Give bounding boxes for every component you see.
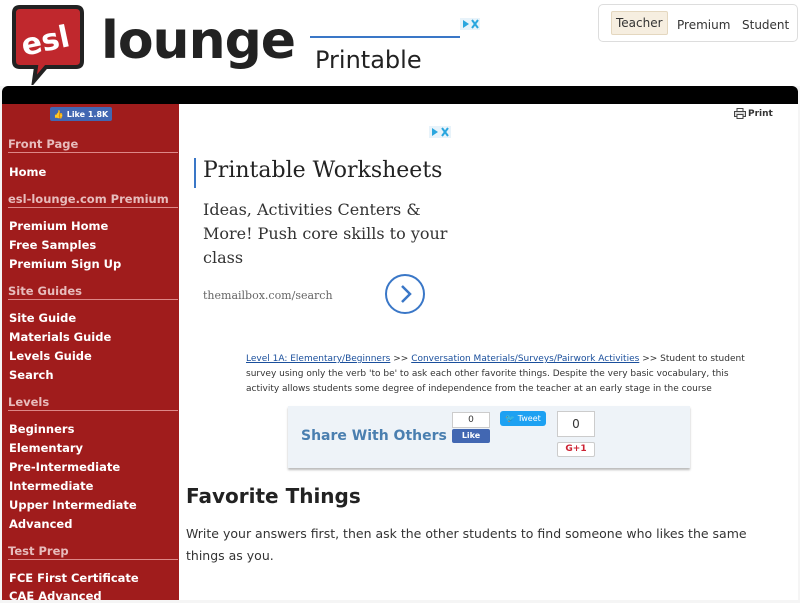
google-plus-button[interactable]: G+1	[557, 442, 595, 457]
facebook-like-share-button[interactable]: Like	[452, 429, 490, 443]
sidebar-item-materials-guide[interactable]: Materials Guide	[9, 330, 111, 344]
thumbs-up-icon: 👍	[53, 109, 64, 119]
top-advertisement[interactable]: Printable	[308, 18, 488, 80]
breadcrumb-category-link[interactable]: Conversation Materials/Surveys/Pairwork …	[411, 354, 639, 364]
sidebar: 👍 Like 1.8K Front Page Home esl-lounge.c…	[2, 104, 179, 603]
facebook-like-button[interactable]: 👍 Like 1.8K	[50, 107, 112, 121]
divider	[8, 299, 178, 300]
sidebar-section-front-page: Front Page	[8, 137, 79, 151]
tweet-label: Tweet	[517, 414, 541, 423]
printer-icon	[734, 108, 746, 119]
sidebar-item-intermediate[interactable]: Intermediate	[9, 479, 93, 493]
user-type-nav: Teacher Premium Student	[598, 4, 798, 42]
adchoices-icon[interactable]	[460, 18, 480, 30]
sidebar-item-free-samples[interactable]: Free Samples	[9, 238, 96, 252]
tab-premium[interactable]: Premium	[673, 14, 734, 36]
top-ad-text: Printable	[315, 46, 422, 74]
sidebar-item-advanced[interactable]: Advanced	[9, 517, 72, 531]
divider	[8, 559, 178, 560]
sidebar-item-beginners[interactable]: Beginners	[9, 422, 74, 436]
share-title: Share With Others	[301, 428, 447, 444]
esl-lounge-logo[interactable]: esl lounge	[6, 5, 296, 85]
divider	[8, 152, 178, 153]
tweet-button[interactable]: 🐦 Tweet	[500, 411, 546, 426]
tweet-count: 0	[557, 411, 595, 437]
esl-speech-bubble-icon: esl	[12, 5, 84, 85]
printable-worksheets-ad[interactable]: Printable Worksheets Ideas, Activities C…	[193, 122, 453, 322]
tab-student[interactable]: Student	[738, 14, 793, 36]
page-title: Favorite Things	[186, 484, 361, 508]
sidebar-item-cae[interactable]: CAE Advanced	[9, 589, 102, 603]
sidebar-item-pre-intermediate[interactable]: Pre-Intermediate	[9, 460, 120, 474]
ad-url[interactable]: themailbox.com/search	[203, 289, 333, 302]
ad-description: Ideas, Activities Centers & More! Push c…	[203, 200, 448, 267]
breadcrumb-separator: >>	[393, 354, 409, 364]
sidebar-item-premium-sign-up[interactable]: Premium Sign Up	[9, 257, 121, 271]
sidebar-section-test-prep: Test Prep	[8, 544, 69, 558]
twitter-bird-icon: 🐦	[505, 414, 516, 423]
ad-title[interactable]: Printable Worksheets	[203, 158, 442, 183]
sidebar-section-site-guides: Site Guides	[8, 284, 82, 298]
logo-text: lounge	[101, 11, 296, 71]
tab-teacher[interactable]: Teacher	[611, 11, 668, 35]
sidebar-item-levels-guide[interactable]: Levels Guide	[9, 349, 92, 363]
fb-like-label: Like 1.8K	[66, 109, 109, 119]
print-button[interactable]: Print	[734, 108, 773, 119]
header-divider-bar	[2, 86, 798, 104]
share-panel: Share With Others 0 Like 🐦 Tweet 0 G+1	[288, 406, 690, 468]
fb-share-like-label: Like	[461, 431, 481, 440]
breadcrumb-level-link[interactable]: Level 1A: Elementary/Beginners	[246, 354, 390, 364]
sidebar-item-premium-home[interactable]: Premium Home	[9, 219, 108, 233]
sidebar-item-elementary[interactable]: Elementary	[9, 441, 83, 455]
sidebar-item-search[interactable]: Search	[9, 368, 54, 382]
sidebar-section-levels: Levels	[8, 395, 50, 409]
breadcrumb: Level 1A: Elementary/Beginners >> Conver…	[246, 352, 746, 397]
site-header: esl lounge Printable Teacher Premium Stu…	[0, 0, 800, 86]
instructions-text: Write your answers first, then ask the o…	[186, 526, 747, 563]
sidebar-item-home[interactable]: Home	[9, 165, 46, 179]
divider	[8, 410, 178, 411]
fb-share-count: 0	[452, 412, 490, 428]
print-label: Print	[748, 108, 773, 119]
sidebar-item-fce[interactable]: FCE First Certificate	[9, 571, 139, 585]
chevron-right-icon[interactable]	[385, 274, 425, 314]
ad-underline	[310, 36, 460, 38]
ad-accent-bar	[194, 158, 196, 188]
main-content: Print Printable Worksheets Ideas, Activi…	[179, 104, 798, 600]
sidebar-item-upper-intermediate[interactable]: Upper Intermediate	[9, 498, 137, 512]
divider	[8, 207, 178, 208]
adchoices-icon[interactable]	[429, 126, 451, 138]
sidebar-item-site-guide[interactable]: Site Guide	[9, 311, 76, 325]
sidebar-section-premium: esl-lounge.com Premium	[8, 192, 169, 206]
